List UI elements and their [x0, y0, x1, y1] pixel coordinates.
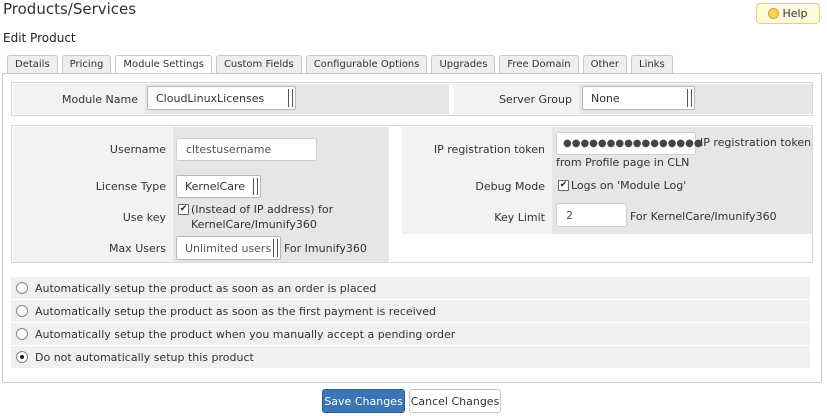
- tab-bar: Details Pricing Module Settings Custom F…: [7, 55, 673, 74]
- module-name-value: CloudLinuxLicenses: [156, 91, 265, 105]
- ip-token-cell: ●●●●●●●●●●●●●●●● IP registration token f…: [552, 127, 812, 171]
- help-button[interactable]: Help: [756, 3, 820, 24]
- debug-mode-label: Debug Mode: [402, 171, 552, 201]
- key-limit-label: Key Limit: [402, 201, 552, 234]
- setup-option-radio[interactable]: [16, 305, 28, 317]
- tab-pricing[interactable]: Pricing: [61, 55, 112, 73]
- lightbulb-icon: [768, 8, 780, 19]
- key-limit-input[interactable]: 2: [556, 203, 627, 227]
- debug-mode-checkbox[interactable]: ✔: [558, 180, 569, 191]
- tab-details[interactable]: Details: [7, 55, 58, 73]
- tab-links[interactable]: Links: [631, 55, 673, 73]
- module-name-cell: CloudLinuxLicenses: [145, 84, 449, 114]
- ip-token-value: ●●●●●●●●●●●●●●●●: [563, 138, 703, 149]
- key-limit-value: 2: [566, 208, 573, 222]
- use-key-label: Use key: [13, 201, 173, 234]
- page-subtitle: Edit Product: [3, 31, 76, 45]
- save-changes-button[interactable]: Save Changes: [322, 389, 405, 413]
- server-group-cell: None: [579, 84, 812, 114]
- license-type-select[interactable]: KernelCare: [176, 175, 261, 198]
- use-key-cell: ✔ (Instead of IP address) for KernelCare…: [173, 201, 389, 234]
- license-type-value: KernelCare: [185, 180, 246, 193]
- setup-option-radio-selected[interactable]: [16, 351, 28, 363]
- tab-other[interactable]: Other: [582, 55, 628, 73]
- license-type-label: License Type: [13, 171, 173, 201]
- key-limit-cell: 2 For KernelCare/Imunify360: [552, 201, 812, 234]
- setup-option-row[interactable]: Automatically setup the product when you…: [11, 323, 810, 345]
- tab-configurable-options[interactable]: Configurable Options: [305, 55, 428, 73]
- ip-token-desc-line2: from Profile page in CLN: [556, 156, 690, 169]
- help-button-label: Help: [782, 7, 808, 20]
- dropdown-arrow-icon: [687, 89, 692, 107]
- ip-token-desc-line1: IP registration token: [700, 136, 812, 149]
- username-cell: cltestusername: [173, 127, 389, 171]
- max-users-select[interactable]: Unlimited users: [176, 236, 281, 260]
- license-type-cell: KernelCare: [173, 171, 389, 201]
- use-key-checkbox[interactable]: ✔: [178, 204, 189, 215]
- setup-option-row[interactable]: Automatically setup the product as soon …: [11, 300, 810, 322]
- setup-option-row[interactable]: Automatically setup the product as soon …: [11, 277, 810, 299]
- setup-option-row[interactable]: Do not automatically setup this product: [11, 346, 810, 368]
- dropdown-arrow-icon: [288, 89, 293, 107]
- server-group-select[interactable]: None: [582, 86, 695, 110]
- max-users-desc: For Imunify360: [284, 242, 367, 255]
- max-users-value: Unlimited users: [185, 241, 272, 255]
- max-users-label: Max Users: [13, 234, 173, 262]
- page-title: Products/Services: [3, 0, 137, 18]
- server-group-label: Server Group: [453, 84, 579, 114]
- max-users-cell: Unlimited users For Imunify360: [173, 234, 389, 262]
- tab-upgrades[interactable]: Upgrades: [431, 55, 496, 73]
- setup-option-radio[interactable]: [16, 328, 28, 340]
- dropdown-arrow-icon: [253, 178, 258, 195]
- settings-box: Username cltestusername License Type Ker…: [11, 125, 813, 263]
- debug-mode-cell: ✔ Logs on 'Module Log': [552, 171, 812, 201]
- module-name-label: Module Name: [13, 84, 145, 114]
- username-input[interactable]: cltestusername: [176, 138, 317, 161]
- use-key-desc-line1: (Instead of IP address) for: [191, 203, 334, 216]
- ip-token-label: IP registration token: [402, 127, 552, 171]
- module-box: Module Name CloudLinuxLicenses Server Gr…: [11, 82, 813, 116]
- setup-option-radio[interactable]: [16, 282, 28, 294]
- tab-free-domain[interactable]: Free Domain: [499, 55, 579, 73]
- debug-mode-desc: Logs on 'Module Log': [571, 179, 687, 192]
- setup-option-label: Automatically setup the product when you…: [35, 327, 456, 341]
- username-value: cltestusername: [186, 143, 272, 156]
- checkmark-icon: ✔: [559, 180, 568, 190]
- cancel-changes-button[interactable]: Cancel Changes: [409, 389, 501, 413]
- module-settings-panel: Module Name CloudLinuxLicenses Server Gr…: [2, 73, 822, 383]
- setup-option-label: Automatically setup the product as soon …: [35, 281, 377, 295]
- tab-custom-fields[interactable]: Custom Fields: [215, 55, 302, 73]
- ip-token-input[interactable]: ●●●●●●●●●●●●●●●●: [556, 132, 703, 155]
- key-limit-desc: For KernelCare/Imunify360: [630, 210, 777, 223]
- username-label: Username: [13, 127, 173, 171]
- tab-module-settings[interactable]: Module Settings: [115, 55, 212, 74]
- setup-option-label: Do not automatically setup this product: [35, 350, 254, 364]
- dropdown-arrow-icon: [273, 239, 278, 257]
- server-group-value: None: [591, 91, 620, 105]
- use-key-desc-line2: KernelCare/Imunify360: [191, 218, 317, 231]
- checkmark-icon: ✔: [179, 204, 188, 214]
- module-name-select[interactable]: CloudLinuxLicenses: [147, 86, 296, 110]
- setup-option-label: Automatically setup the product as soon …: [35, 304, 436, 318]
